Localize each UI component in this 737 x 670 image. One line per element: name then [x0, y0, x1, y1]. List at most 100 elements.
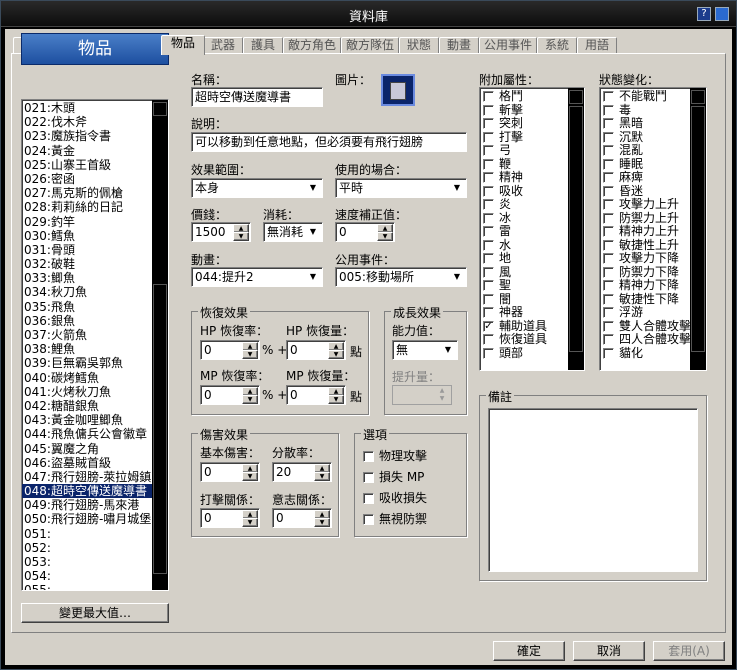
item-list-row[interactable]: 039:巨無霸吳郭魚 [22, 356, 168, 370]
item-list-row[interactable]: 035:飛魚 [22, 300, 168, 314]
checkbox-row[interactable]: 斬擊 [483, 103, 567, 118]
checkbox-row[interactable]: 精神 [483, 171, 567, 185]
checkbox-row[interactable]: 恢復道具 [483, 333, 567, 347]
checkbox-row[interactable]: 黑暗 [603, 117, 693, 131]
common-event-select[interactable]: 005:移動場所 ▼ [335, 267, 467, 287]
checkbox-row[interactable]: 水 [483, 238, 567, 253]
int-relation-stepper[interactable]: 0 ▲ ▼ [272, 508, 332, 528]
item-list-row[interactable]: 044:飛魚傭兵公會徽章 [22, 427, 168, 441]
checkbox[interactable] [603, 118, 614, 129]
checkbox[interactable] [483, 145, 494, 156]
item-list-row[interactable]: 036:銀魚 [22, 314, 168, 328]
checkbox-row[interactable]: 防禦力下降 [603, 265, 693, 280]
checkbox-row[interactable]: 闇 [483, 292, 567, 307]
checkbox-row[interactable]: 麻痺 [603, 171, 693, 185]
item-list[interactable]: 021:木頭 022:伐木斧 023:魔族指令書 024:黃金 025:山寨王首級 026… [21, 99, 169, 591]
scroll-up-icon[interactable] [153, 102, 167, 116]
checkbox[interactable] [603, 280, 614, 291]
spin-down-icon[interactable]: ▼ [242, 518, 258, 527]
chevron-down-icon[interactable]: ▼ [449, 269, 465, 285]
spin-down-icon[interactable]: ▼ [233, 232, 249, 241]
checkbox-row[interactable]: 貓化 [603, 346, 693, 361]
item-list-row[interactable]: 038:鯉魚 [22, 342, 168, 356]
checkbox[interactable] [603, 253, 614, 264]
checkbox-row[interactable]: 精神力上升 [603, 225, 693, 239]
item-list-row[interactable]: 050:飛行翅膀-嘯月城堡 [22, 512, 168, 526]
checkbox-row[interactable]: 混亂 [603, 144, 693, 158]
checkbox-row[interactable]: 睡眠 [603, 157, 693, 172]
item-list-row[interactable]: 042:糖醋銀魚 [22, 399, 168, 413]
checkbox[interactable] [363, 451, 374, 462]
item-list-row[interactable]: 049:飛行翅膀-馬來港 [22, 498, 168, 512]
checkbox-row[interactable]: 聖 [483, 279, 567, 293]
checkbox[interactable] [603, 239, 614, 251]
checkbox-row[interactable]: 毒 [603, 103, 693, 118]
checkbox[interactable] [483, 118, 494, 129]
scroll-up-icon[interactable] [691, 90, 705, 104]
spin-down-icon[interactable]: ▼ [328, 350, 344, 359]
checkbox-row[interactable]: 地 [483, 252, 567, 266]
tab-7[interactable]: 敵方隊伍 [341, 37, 399, 54]
checkbox[interactable] [483, 158, 494, 170]
item-list-row[interactable]: 043:黃金咖哩鯽魚 [22, 413, 168, 427]
ok-button[interactable]: 確定 [493, 641, 565, 661]
checkbox[interactable] [603, 91, 614, 102]
checkbox-row[interactable]: 風 [483, 265, 567, 280]
mp-rate-stepper[interactable]: 0 ▲ ▼ [200, 385, 260, 405]
item-list-row[interactable]: 022:伐木斧 [22, 115, 168, 129]
checkbox-row[interactable]: 吸收損失 [363, 492, 463, 513]
state-change-list[interactable]: 不能戰鬥毒黑暗 沉默 混亂 睡眠 麻痺 昏迷 攻擊力上升 防禦力上升 精神力上升 敏捷性上升 攻擊力… [599, 87, 707, 371]
checkbox[interactable] [483, 347, 494, 359]
mp-amount-stepper[interactable]: 0 ▲ ▼ [286, 385, 346, 405]
checkbox[interactable] [483, 226, 494, 237]
checkbox[interactable] [603, 185, 614, 197]
consume-select[interactable]: 無消耗 ▼ [263, 222, 323, 242]
spin-down-icon[interactable]: ▼ [242, 395, 258, 404]
checkbox-row[interactable]: 不能戰鬥 [603, 90, 693, 104]
spin-down-icon[interactable]: ▼ [242, 350, 258, 359]
item-list-row[interactable]: 037:火箭魚 [22, 328, 168, 342]
item-list-row[interactable]: 027:馬克斯的佩槍 [22, 186, 168, 200]
chevron-down-icon[interactable]: ▼ [305, 224, 321, 240]
spin-down-icon[interactable]: ▼ [314, 518, 330, 527]
base-damage-stepper[interactable]: 0 ▲ ▼ [200, 462, 260, 482]
checkbox[interactable] [363, 493, 374, 504]
tab-11[interactable]: 系統 [537, 37, 577, 54]
checkbox-row[interactable]: 物理攻擊 [363, 450, 463, 471]
checkbox-row[interactable]: 敏捷性上升 [603, 238, 693, 253]
spin-down-icon[interactable]: ▼ [242, 472, 258, 481]
checkbox[interactable] [603, 131, 614, 143]
item-list-row[interactable]: 048:超時空傳送魔導書 [22, 484, 168, 499]
item-list-row[interactable]: 025:山寨王首級 [22, 158, 168, 172]
hp-amount-stepper[interactable]: 0 ▲ ▼ [286, 340, 346, 360]
atk-relation-stepper[interactable]: 0 ▲ ▼ [200, 508, 260, 528]
checkbox-row[interactable]: 沉默 [603, 130, 693, 145]
item-list-row[interactable]: 041:火烤秋刀魚 [22, 385, 168, 399]
checkbox[interactable] [603, 266, 614, 278]
checkbox[interactable] [483, 293, 494, 305]
chevron-down-icon[interactable]: ▼ [305, 269, 321, 285]
param-select[interactable]: 無 ▼ [392, 340, 458, 360]
item-list-row[interactable]: 045:翼魔之角 [22, 442, 168, 456]
price-stepper[interactable]: 1500 ▲ ▼ [191, 222, 251, 242]
checkbox[interactable] [603, 320, 614, 332]
item-list-row[interactable]: 024:黃金 [22, 144, 168, 158]
checkbox[interactable] [603, 104, 614, 116]
checkbox-row[interactable]: 格鬥 [483, 90, 567, 104]
checkbox[interactable] [603, 334, 614, 345]
scroll-thumb[interactable] [569, 106, 583, 352]
tab-3[interactable]: 物品 [161, 35, 205, 55]
item-list-row[interactable]: 028:莉莉絲的日記 [22, 200, 168, 214]
checkbox-row[interactable]: 弓 [483, 144, 567, 158]
checkbox-row[interactable]: 攻擊力上升 [603, 198, 693, 212]
item-list-row[interactable]: 031:骨頭 [22, 243, 168, 257]
tab-6[interactable]: 敵方角色 [283, 37, 341, 54]
chevron-down-icon[interactable]: ▼ [305, 180, 321, 196]
checkbox-row[interactable]: 雙人合體攻擊 [603, 319, 693, 334]
tab-9[interactable]: 動畫 [439, 37, 479, 54]
tab-4[interactable]: 武器 [203, 37, 243, 54]
note-textarea[interactable] [488, 408, 698, 572]
tab-8[interactable]: 狀態 [399, 37, 439, 54]
checkbox[interactable] [483, 131, 494, 143]
item-list-row[interactable]: 033:鯽魚 [22, 271, 168, 285]
